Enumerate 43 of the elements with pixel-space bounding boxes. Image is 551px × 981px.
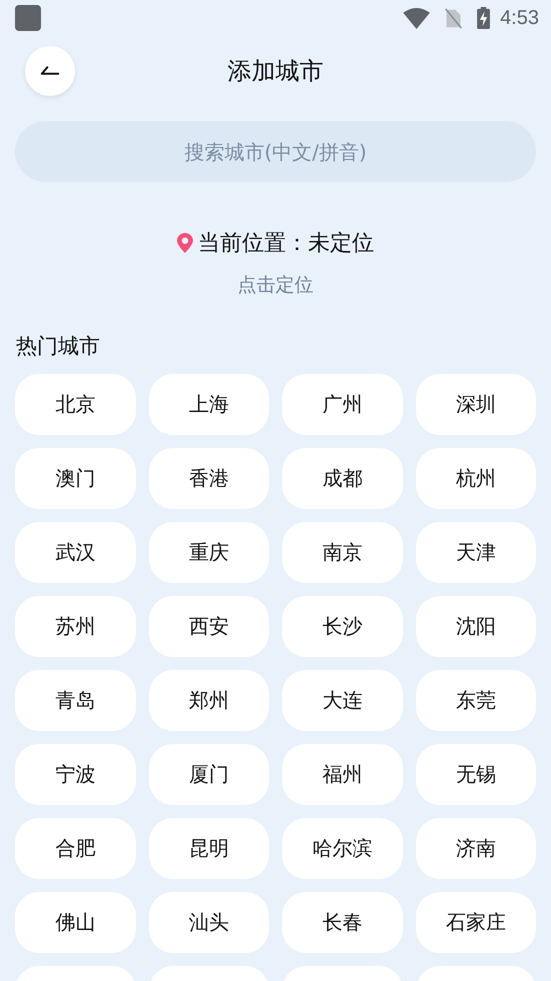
city-button[interactable]: 上海 bbox=[148, 374, 269, 435]
page-title: 添加城市 bbox=[228, 56, 324, 87]
city-button[interactable]: 深圳 bbox=[416, 374, 536, 435]
location-pin-icon bbox=[177, 233, 193, 253]
city-button[interactable]: 沈阳 bbox=[416, 596, 536, 657]
app-notification-icon bbox=[15, 5, 41, 31]
city-button[interactable]: 澳门 bbox=[15, 448, 136, 509]
city-button[interactable]: 杭州 bbox=[416, 448, 536, 509]
city-button[interactable]: 佛山 bbox=[15, 892, 136, 953]
city-button[interactable]: 重庆 bbox=[148, 522, 269, 583]
city-button[interactable]: 石家庄 bbox=[416, 892, 536, 953]
city-button[interactable]: 北京 bbox=[15, 374, 136, 435]
city-button[interactable]: 长沙 bbox=[282, 596, 402, 657]
city-button[interactable]: 苏州 bbox=[15, 596, 136, 657]
city-button[interactable]: 昆明 bbox=[148, 818, 269, 879]
city-button[interactable]: 香港 bbox=[148, 448, 269, 509]
city-button[interactable]: 汕头 bbox=[148, 892, 269, 953]
city-button[interactable]: 厦门 bbox=[148, 744, 269, 805]
wifi-icon bbox=[403, 8, 430, 28]
city-button[interactable]: 合肥 bbox=[15, 818, 136, 879]
city-button[interactable]: 东莞 bbox=[416, 670, 536, 731]
city-button[interactable]: 青岛 bbox=[15, 670, 136, 731]
battery-charging-icon bbox=[477, 7, 490, 29]
status-time: 4:53 bbox=[500, 6, 539, 30]
search-field[interactable]: 搜索城市(中文/拼音) bbox=[15, 121, 536, 182]
city-button[interactable]: 天津 bbox=[416, 522, 536, 583]
city-button[interactable]: 郑州 bbox=[148, 670, 269, 731]
current-location-label: 当前位置：未定位 bbox=[198, 230, 374, 258]
city-button[interactable]: 南京 bbox=[282, 522, 402, 583]
city-button[interactable]: 武汉 bbox=[15, 522, 136, 583]
city-button[interactable]: 长春 bbox=[282, 892, 402, 953]
city-button[interactable]: 成都 bbox=[282, 448, 402, 509]
city-button[interactable]: 大连 bbox=[282, 670, 402, 731]
section-heading: 热门城市 bbox=[16, 333, 101, 360]
city-button[interactable]: 济南 bbox=[416, 818, 536, 879]
city-button[interactable]: 福州 bbox=[282, 744, 402, 805]
city-button[interactable]: 无锡 bbox=[416, 744, 536, 805]
city-button[interactable]: 宁波 bbox=[15, 744, 136, 805]
city-button[interactable]: 广州 bbox=[282, 374, 402, 435]
back-button[interactable] bbox=[25, 46, 75, 96]
city-button[interactable]: 西安 bbox=[148, 596, 269, 657]
city-button[interactable]: 哈尔滨 bbox=[282, 818, 402, 879]
locate-link[interactable]: 点击定位 bbox=[238, 272, 314, 298]
